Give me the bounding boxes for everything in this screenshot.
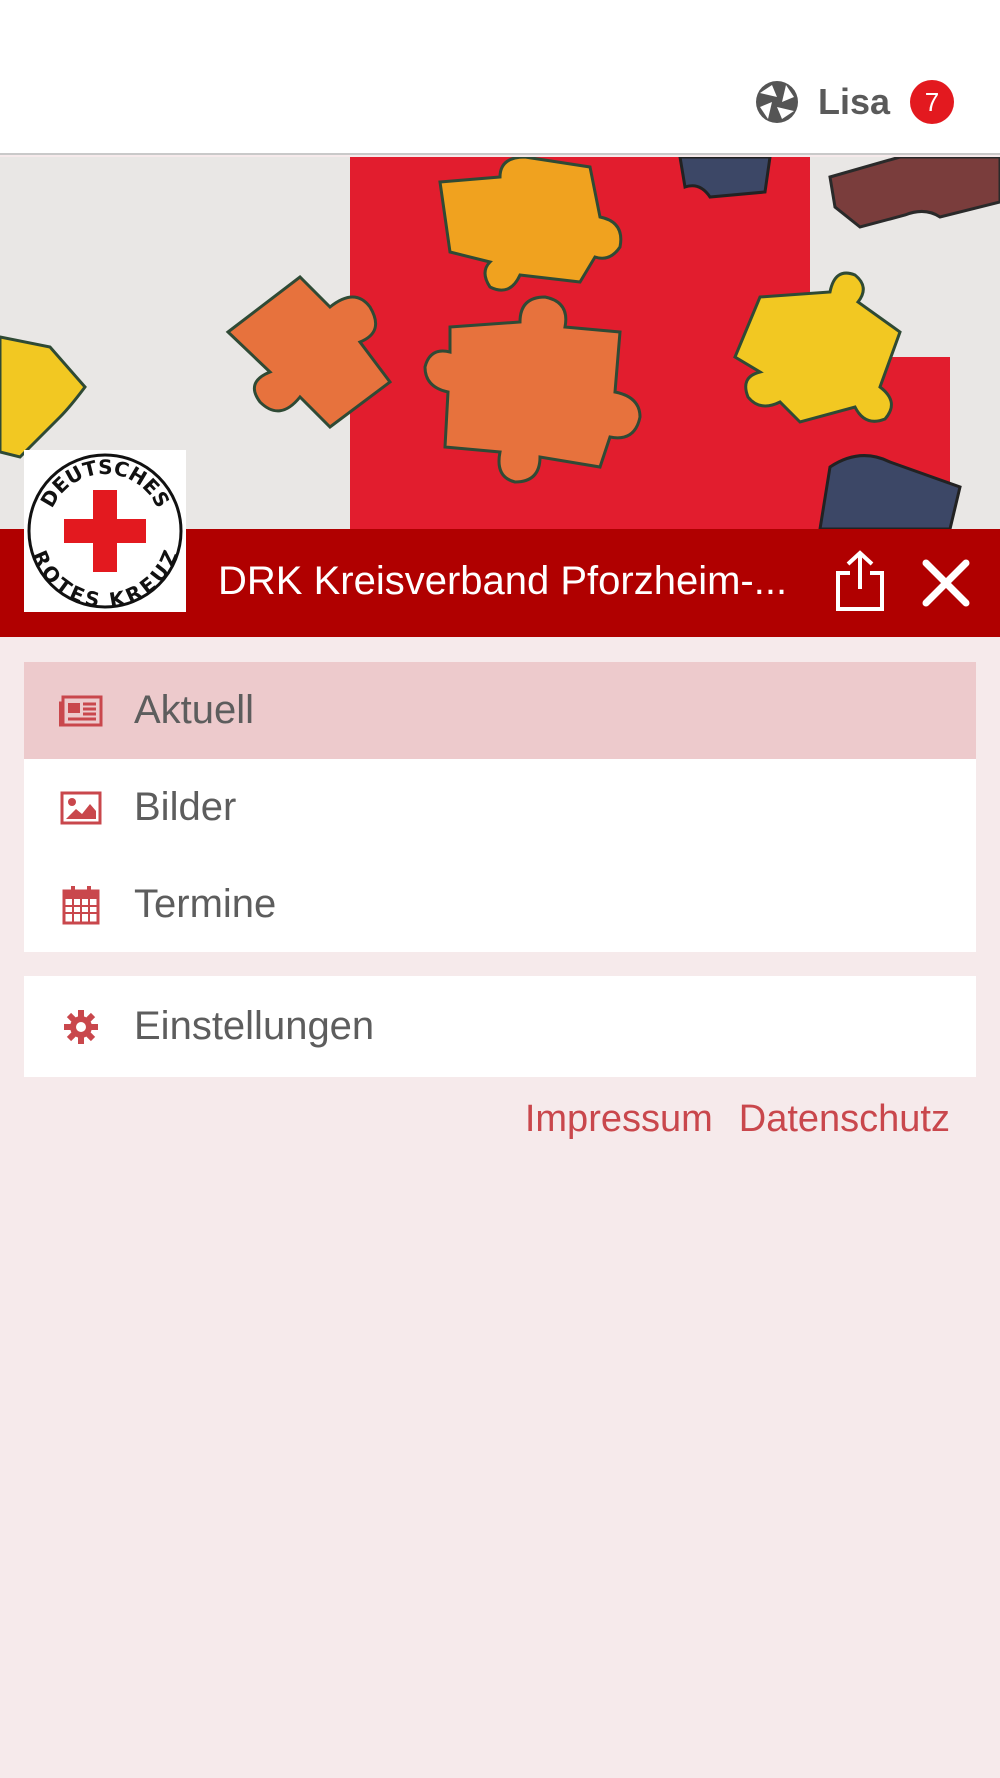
drk-logo: DEUTSCHES ROTES KREUZ (24, 450, 186, 612)
network-icon (755, 81, 798, 123)
menu-label-einstellungen: Einstellungen (134, 1004, 375, 1048)
gear-icon (58, 1007, 104, 1047)
menu-label-bilder: Bilder (134, 785, 237, 829)
menu-item-termine[interactable]: Termine (24, 856, 976, 953)
top-bar: Lisa 7 (0, 0, 1000, 155)
user-area[interactable]: Lisa 7 (754, 78, 954, 126)
menu-item-einstellungen[interactable]: Einstellungen (24, 976, 976, 1077)
user-name: Lisa (817, 81, 890, 122)
main-menu: Aktuell Bilder Termine (24, 662, 976, 952)
organization-title: DRK Kreisverband Pforzheim-... (218, 559, 788, 603)
impressum-link[interactable]: Impressum (525, 1098, 713, 1141)
image-icon (58, 788, 104, 828)
menu-item-bilder[interactable]: Bilder (24, 759, 976, 856)
share-icon[interactable] (832, 549, 888, 613)
calendar-icon (58, 885, 104, 925)
notification-badge[interactable]: 7 (910, 80, 954, 124)
footer-links: Impressum Datenschutz (525, 1098, 950, 1141)
close-icon[interactable] (920, 557, 972, 609)
settings-menu: Einstellungen (24, 976, 976, 1077)
menu-label-aktuell: Aktuell (134, 688, 255, 732)
menu-item-aktuell[interactable]: Aktuell (24, 662, 976, 759)
newspaper-icon (58, 691, 104, 731)
menu-label-termine: Termine (134, 882, 277, 926)
datenschutz-link[interactable]: Datenschutz (739, 1098, 950, 1141)
